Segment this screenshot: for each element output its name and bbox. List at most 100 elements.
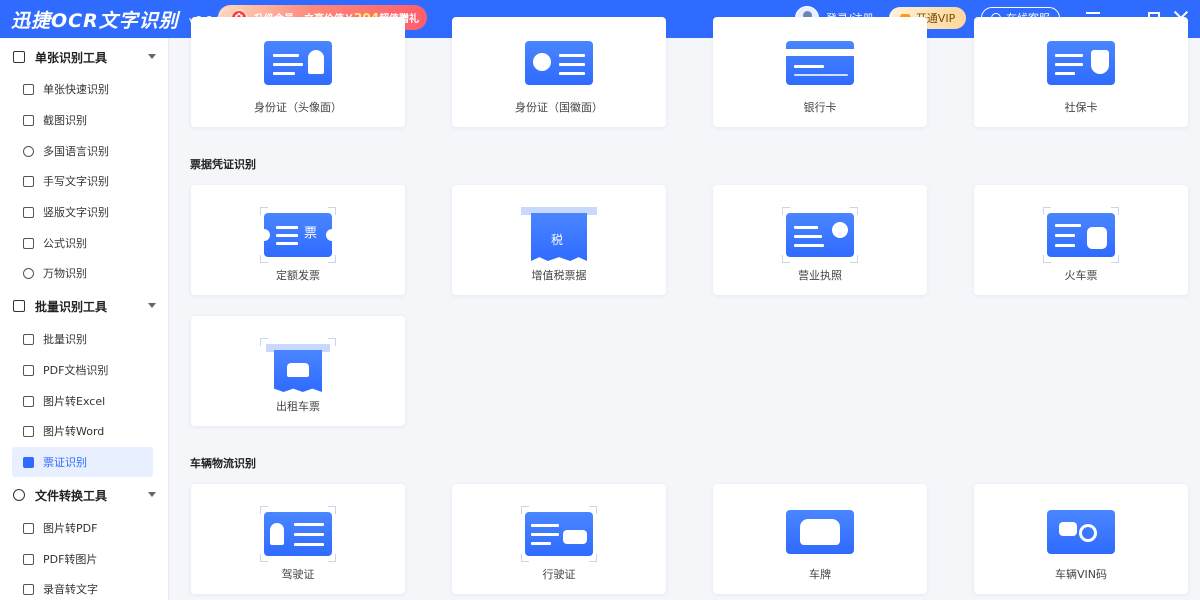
sidebar-item-label: 截图识别 — [43, 114, 87, 127]
sidebar-item-objects[interactable]: 万物识别 — [12, 258, 153, 288]
card-label: 定额发票 — [276, 269, 320, 282]
formula-icon — [23, 237, 34, 249]
sidebar-item-formula[interactable]: 公式识别 — [12, 228, 153, 258]
card-license[interactable]: 营业执照 — [713, 185, 927, 295]
document-icon — [23, 83, 34, 95]
card-vin[interactable]: 车辆VIN码 — [974, 484, 1188, 594]
sidebar-item-label: 手写文字识别 — [43, 175, 109, 188]
vin-search-icon — [1043, 506, 1119, 562]
card-label: 银行卡 — [803, 101, 837, 114]
sidebar-item-quick[interactable]: 单张快速识别 — [12, 74, 153, 104]
section-title-bills: 票据凭证识别 — [190, 158, 256, 171]
driver-license-icon — [260, 506, 336, 562]
batch-tools-icon — [13, 300, 25, 312]
card-label: 车牌 — [809, 568, 831, 581]
excel-icon — [23, 395, 34, 407]
card-label: 社保卡 — [1064, 101, 1098, 114]
sidebar-item-batch[interactable]: 批量识别 — [12, 324, 153, 354]
sidebar-item-label: 图片转Excel — [43, 395, 106, 408]
sidebar-group-label: 批量识别工具 — [35, 299, 108, 314]
sidebar-item-pdf[interactable]: PDF文档识别 — [12, 355, 153, 385]
invoice-icon: 票 — [258, 207, 338, 263]
sidebar-item-label: 万物识别 — [43, 267, 87, 280]
sidebar-item-label: 竖版文字识别 — [43, 206, 109, 219]
card-label: 出租车票 — [276, 400, 320, 413]
sidebar-item-label: 单张快速识别 — [43, 83, 109, 96]
id-card-icon — [260, 39, 336, 95]
card-label: 车辆VIN码 — [1055, 568, 1107, 581]
pdf-file-icon — [23, 522, 34, 534]
chevron-down-icon — [148, 303, 156, 308]
ticket-icon — [23, 456, 34, 468]
sidebar-item-label: PDF文档识别 — [43, 364, 109, 377]
sidebar: 单张识别工具 单张快速识别 截图识别 多国语言识别 手写文字识别 竖版文字识别 … — [0, 38, 169, 600]
sidebar-item-label: 票证识别 — [43, 456, 87, 469]
sidebar-item-label: 图片转Word — [43, 425, 105, 438]
card-id-front[interactable]: 身份证（头像面） — [191, 17, 405, 127]
sidebar-group-batch[interactable]: 批量识别工具 — [0, 291, 169, 321]
image-icon — [23, 553, 34, 565]
card-vehicle-license[interactable]: 行驶证 — [452, 484, 666, 594]
pen-icon — [23, 175, 34, 187]
tax-receipt-icon: 税 — [521, 207, 597, 263]
sidebar-item-excel[interactable]: 图片转Excel — [12, 386, 153, 416]
card-train[interactable]: 火车票 — [974, 185, 1188, 295]
section-title-vehicle: 车辆物流识别 — [190, 457, 256, 470]
vertical-text-icon — [23, 206, 34, 218]
chevron-down-icon — [148, 54, 156, 59]
emblem-card-icon — [521, 39, 597, 95]
card-fixed-invoice[interactable]: 票 定额发票 — [191, 185, 405, 295]
social-card-icon — [1043, 39, 1119, 95]
crop-icon — [23, 114, 34, 126]
globe-icon — [23, 145, 34, 157]
chevron-down-icon — [148, 492, 156, 497]
card-label: 身份证（国徽面） — [515, 101, 603, 114]
sidebar-item-screenshot[interactable]: 截图识别 — [12, 105, 153, 135]
sidebar-item-word[interactable]: 图片转Word — [12, 416, 153, 446]
sidebar-item-img2pdf[interactable]: 图片转PDF — [12, 513, 153, 543]
sidebar-item-label: 批量识别 — [43, 333, 87, 346]
card-label: 身份证（头像面） — [254, 101, 342, 114]
batch-icon — [23, 333, 34, 345]
word-icon — [23, 425, 34, 437]
card-label: 火车票 — [1064, 269, 1098, 282]
sidebar-item-label: PDF转图片 — [43, 553, 98, 566]
card-vat[interactable]: 税 增值税票据 — [452, 185, 666, 295]
sidebar-item-label: 图片转PDF — [43, 522, 98, 535]
sidebar-item-label: 录音转文字 — [43, 583, 98, 596]
bank-card-icon — [782, 39, 858, 95]
card-social[interactable]: 社保卡 — [974, 17, 1188, 127]
sidebar-item-handwriting[interactable]: 手写文字识别 — [12, 166, 153, 196]
vehicle-license-icon — [521, 506, 597, 562]
sidebar-group-single[interactable]: 单张识别工具 — [0, 42, 169, 72]
sidebar-item-label: 公式识别 — [43, 237, 87, 250]
taxi-receipt-icon — [260, 338, 336, 394]
card-id-back[interactable]: 身份证（国徽面） — [452, 17, 666, 127]
pdf-icon — [23, 364, 34, 376]
audio-icon — [23, 583, 34, 595]
card-label: 营业执照 — [798, 269, 842, 282]
license-plate-icon — [782, 506, 858, 562]
card-label: 驾驶证 — [281, 568, 315, 581]
sidebar-item-ticket[interactable]: 票证识别 — [12, 447, 153, 477]
sidebar-item-vertical[interactable]: 竖版文字识别 — [12, 197, 153, 227]
card-driver-license[interactable]: 驾驶证 — [191, 484, 405, 594]
business-license-icon — [782, 207, 858, 263]
sidebar-group-label: 文件转换工具 — [35, 488, 108, 503]
card-label: 增值税票据 — [531, 269, 587, 282]
sidebar-item-audio[interactable]: 录音转文字 — [12, 574, 153, 600]
card-bank[interactable]: 银行卡 — [713, 17, 927, 127]
sidebar-group-label: 单张识别工具 — [35, 50, 108, 65]
card-label: 行驶证 — [542, 568, 576, 581]
single-tools-icon — [13, 51, 25, 63]
sidebar-item-label: 多国语言识别 — [43, 145, 109, 158]
app-title: 迅捷OCR文字识别 — [11, 9, 179, 32]
convert-tools-icon — [13, 489, 25, 501]
sidebar-item-pdf2img[interactable]: PDF转图片 — [12, 544, 153, 574]
flower-icon — [23, 267, 34, 279]
card-plate[interactable]: 车牌 — [713, 484, 927, 594]
card-taxi[interactable]: 出租车票 — [191, 316, 405, 426]
sidebar-item-multilang[interactable]: 多国语言识别 — [12, 136, 153, 166]
sidebar-group-convert[interactable]: 文件转换工具 — [0, 480, 169, 510]
train-ticket-icon — [1043, 207, 1119, 263]
